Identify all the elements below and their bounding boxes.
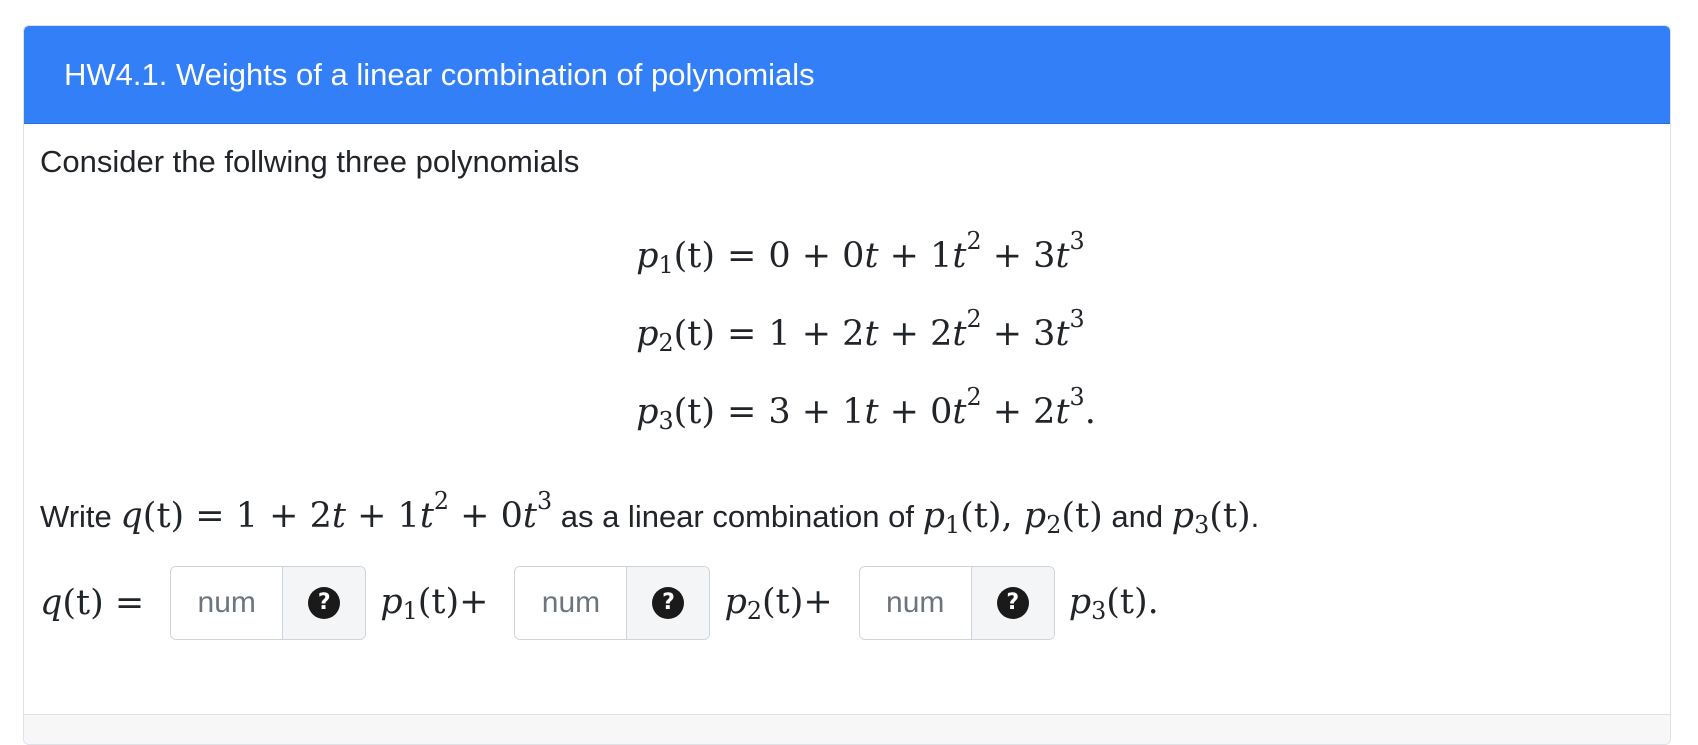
equation-p3: p3(t) = 3 + 1t + 0t2 + 2t3. <box>636 383 1096 435</box>
term-p3: p3(t). <box>1068 581 1159 625</box>
instruction-text: Write q(t) = 1 + 2t + 1t2 + 0t3 as a lin… <box>40 487 1260 539</box>
question-circle-icon: ? <box>308 587 341 619</box>
answer-row: q(t) = ? p1(t)+ ? p2(t)+ ? p3(t). <box>40 565 1159 641</box>
question-circle-icon: ? <box>996 587 1029 619</box>
equation-p2: p2(t) = 1 + 2t + 2t2 + 3t3 <box>636 305 1085 357</box>
question-header: HW4.1. Weights of a linear combination o… <box>24 26 1670 124</box>
weight-2-help-button[interactable]: ? <box>627 567 710 639</box>
card-footer <box>24 714 1670 744</box>
weight-1-input[interactable] <box>171 567 284 639</box>
weight-3-input-group: ? <box>858 566 1055 640</box>
weight-2-input-group: ? <box>514 566 711 640</box>
weight-3-help-button[interactable]: ? <box>971 567 1054 639</box>
equation-p1: p1(t) = 0 + 0t + 1t2 + 3t3 <box>636 227 1085 279</box>
question-title: HW4.1. Weights of a linear combination o… <box>64 57 815 92</box>
intro-text: Consider the follwing three polynomials <box>40 144 580 179</box>
weight-1-help-button[interactable]: ? <box>283 567 366 639</box>
answer-lhs: q(t) = <box>40 583 145 623</box>
question-circle-icon: ? <box>652 587 685 619</box>
weight-1-input-group: ? <box>170 566 367 640</box>
term-p2: p2(t)+ <box>724 581 833 625</box>
weight-2-input[interactable] <box>515 567 628 639</box>
term-p1: p1(t)+ <box>380 581 489 625</box>
weight-3-input[interactable] <box>859 567 972 639</box>
